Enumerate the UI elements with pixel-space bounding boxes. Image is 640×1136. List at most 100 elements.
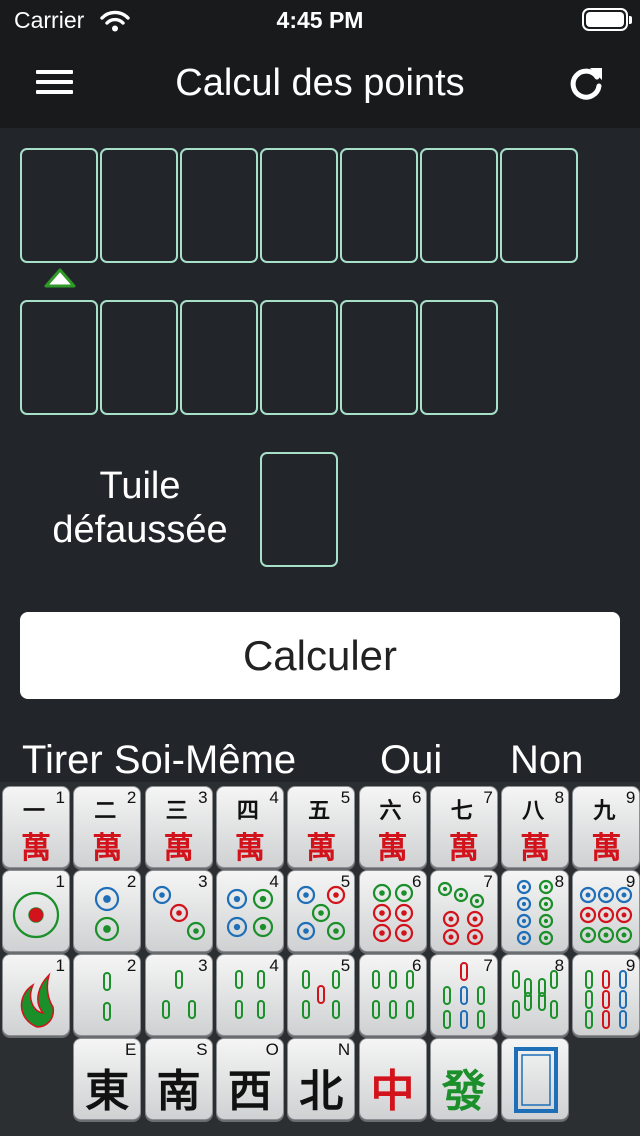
hand-slot-11[interactable] — [260, 300, 338, 415]
self-draw-label: Tirer Soi-Même — [22, 738, 297, 782]
tile-number: 4 — [269, 872, 279, 891]
honor-tile-6[interactable]: 發 — [429, 1038, 498, 1120]
circle-tile-1[interactable]: 1 — [2, 870, 70, 952]
navigation-bar: Calcul des points — [0, 40, 640, 128]
honor-tile-2[interactable]: 南S — [144, 1038, 213, 1120]
tile-wan-glyph: 萬 — [448, 831, 479, 866]
bamboo-tile-8[interactable]: 8 — [501, 954, 570, 1036]
tile-number: 3 — [198, 788, 208, 807]
circle-tile-7[interactable]: 7 — [429, 870, 498, 952]
battery-icon — [582, 8, 632, 31]
tile-number: 6 — [412, 788, 422, 807]
circle-tile-2[interactable]: 2 — [73, 870, 142, 952]
tile-number: 2 — [126, 788, 137, 807]
circle-tile-6[interactable]: 6 — [358, 870, 427, 952]
character-tile-1[interactable]: 一萬1 — [2, 786, 70, 868]
tile-number: 1 — [55, 956, 65, 975]
character-tile-3[interactable]: 三萬3 — [144, 786, 213, 868]
tile-number: 6 — [412, 956, 422, 975]
hand-slot-2[interactable] — [100, 148, 178, 263]
honor-tile-3[interactable]: 西O — [215, 1038, 284, 1120]
character-tile-8[interactable]: 八萬8 — [501, 786, 570, 868]
hand-slot-1[interactable] — [20, 148, 98, 263]
honor-glyph: 西 — [227, 1066, 272, 1117]
hand-slot-6[interactable] — [420, 148, 498, 263]
honor-tile-4[interactable]: 北N — [287, 1038, 356, 1120]
character-tile-5[interactable]: 五萬5 — [287, 786, 356, 868]
circle-tile-3[interactable]: 3 — [144, 870, 213, 952]
circle-tile-4[interactable]: 4 — [215, 870, 284, 952]
character-tile-9[interactable]: 九萬9 — [572, 786, 640, 868]
tile-number: E — [124, 1040, 137, 1059]
tile-wan-glyph: 萬 — [591, 831, 622, 866]
tile-number: 8 — [554, 956, 565, 975]
tile-number: 9 — [625, 956, 636, 975]
tile-number: S — [196, 1040, 208, 1059]
tile-number: 1 — [55, 788, 65, 807]
tile-wan-glyph: 萬 — [92, 831, 123, 866]
tile-number: O — [265, 1040, 279, 1059]
discard-label-line-2: défaussée — [52, 509, 228, 551]
character-tile-6[interactable]: 六萬6 — [358, 786, 427, 868]
tile-number: 4 — [269, 956, 279, 975]
character-tile-2[interactable]: 二萬2 — [73, 786, 142, 868]
tile-wan-glyph: 萬 — [306, 831, 337, 866]
hand-slot-4[interactable] — [260, 148, 338, 263]
tile-wan-glyph: 萬 — [377, 831, 408, 866]
honor-glyph: 中 — [370, 1066, 415, 1117]
hand-slot-13[interactable] — [420, 300, 498, 415]
circle-tile-8[interactable]: 8 — [501, 870, 570, 952]
tile-number: 9 — [625, 872, 636, 891]
bamboo-tile-4[interactable]: 4 — [215, 954, 284, 1036]
bamboo-tile-6[interactable]: 6 — [358, 954, 427, 1036]
tile-wan-glyph: 萬 — [163, 831, 194, 866]
tile-number: 5 — [340, 788, 351, 807]
bamboo-tile-7[interactable]: 7 — [429, 954, 498, 1036]
tile-number: 7 — [483, 788, 493, 807]
honor-tile-5[interactable]: 中 — [358, 1038, 427, 1120]
page-title: Calcul des points — [175, 62, 465, 104]
clock: 4:45 PM — [276, 7, 364, 33]
hand-slot-7[interactable] — [500, 148, 578, 263]
tile-number: 4 — [269, 788, 279, 807]
tile-number: 2 — [126, 956, 137, 975]
tile-number: 3 — [198, 956, 208, 975]
bamboo-tile-9[interactable]: 9 — [572, 954, 640, 1036]
self-draw-yes-option[interactable]: Oui — [380, 738, 442, 783]
circle-tile-5[interactable]: 5 — [287, 870, 356, 952]
character-tile-7[interactable]: 七萬7 — [429, 786, 498, 868]
self-draw-no-option[interactable]: Non — [510, 738, 583, 783]
hand-slot-3[interactable] — [180, 148, 258, 263]
tile-number: 6 — [412, 872, 422, 891]
discard-label-line-1: Tuile — [99, 465, 181, 507]
status-bar: Carrier 4:45 PM — [0, 0, 640, 40]
white-dragon-icon — [514, 1047, 559, 1113]
tile-number: 2 — [126, 872, 137, 891]
honor-glyph: 東 — [85, 1066, 130, 1117]
calculate-button[interactable]: Calculer — [20, 612, 620, 699]
tile-wan-glyph: 萬 — [21, 831, 51, 866]
bamboo-tile-5[interactable]: 5 — [287, 954, 356, 1036]
refresh-icon[interactable] — [566, 64, 606, 104]
honor-tile-1[interactable]: 東E — [73, 1038, 142, 1120]
honor-tile-7[interactable] — [501, 1038, 570, 1120]
tile-number: 7 — [483, 956, 493, 975]
hand-slot-5[interactable] — [340, 148, 418, 263]
circle-tile-9[interactable]: 9 — [572, 870, 640, 952]
tile-wan-glyph: 萬 — [234, 831, 265, 866]
bamboo-tile-1[interactable]: 1 — [2, 954, 70, 1036]
hand-slot-9[interactable] — [100, 300, 178, 415]
bamboo-tile-3[interactable]: 3 — [144, 954, 213, 1036]
tile-number: 5 — [340, 872, 351, 891]
hand-slot-12[interactable] — [340, 300, 418, 415]
honor-glyph: 發 — [441, 1066, 486, 1117]
character-tile-4[interactable]: 四萬4 — [215, 786, 284, 868]
tile-number: 5 — [340, 956, 351, 975]
bamboo-tile-2[interactable]: 2 — [73, 954, 142, 1036]
discard-slot[interactable] — [260, 452, 338, 567]
honor-glyph: 南 — [156, 1066, 201, 1117]
tile-number: 1 — [55, 872, 65, 891]
tile-number: 8 — [554, 872, 565, 891]
hand-slot-10[interactable] — [180, 300, 258, 415]
hand-slot-8[interactable] — [20, 300, 98, 415]
